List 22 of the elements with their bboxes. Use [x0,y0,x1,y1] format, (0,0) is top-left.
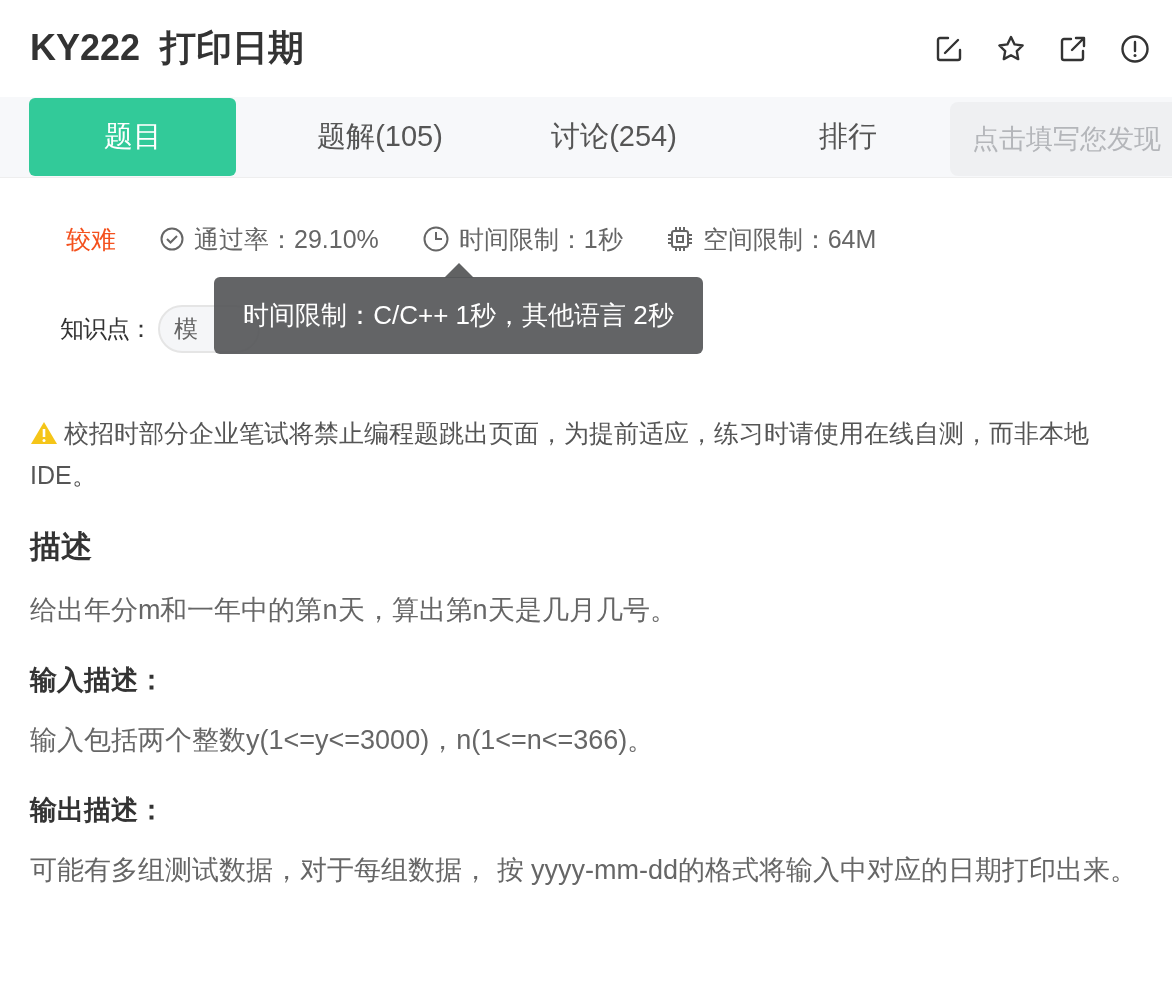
tab[interactable]: 题解(105) [263,98,497,176]
clock-icon [422,226,449,252]
section-text: 输入包括两个整数y(1<=y<=3000)，n(1<=n<=366)。 [30,724,656,757]
memory-limit: 空间限制：64M [702,223,877,255]
time-limit: 时间限制：1秒 [458,223,623,255]
section-heading: 输入描述： [30,664,166,697]
section-heading: 描述 [30,528,93,566]
section-text: 给出年分m和一年中的第n天，算出第n天是几月几号。 [30,594,678,627]
section-heading: 输出描述： [30,794,166,827]
feedback-tooltip: 点击填写您发现 [950,102,1172,176]
tab[interactable]: 讨论(254) [497,98,731,176]
warning-icon [30,421,58,445]
chip-icon [666,226,693,252]
time-limit-tooltip: 时间限制：C/C++ 1秒，其他语言 2秒 [214,277,703,354]
difficulty-label: 较难 [66,223,116,255]
pass-rate: 通过率：29.10% [194,223,379,255]
problem-title: KY222 打印日期 [30,26,305,70]
knowledge-label: 知识点： [60,314,152,344]
notice-text: 校招时部分企业笔试将禁止编程题跳出页面，为提前适应，练习时请使用在线自测，而非本地IDE。 [30,418,1090,491]
report-icon[interactable] [1120,33,1150,64]
check-circle-icon [160,227,184,251]
section-text: 可能有多组测试数据，对于每组数据， 按 yyyy-mm-dd的格式将输入中对应的日期打印出来。 [30,854,1138,887]
